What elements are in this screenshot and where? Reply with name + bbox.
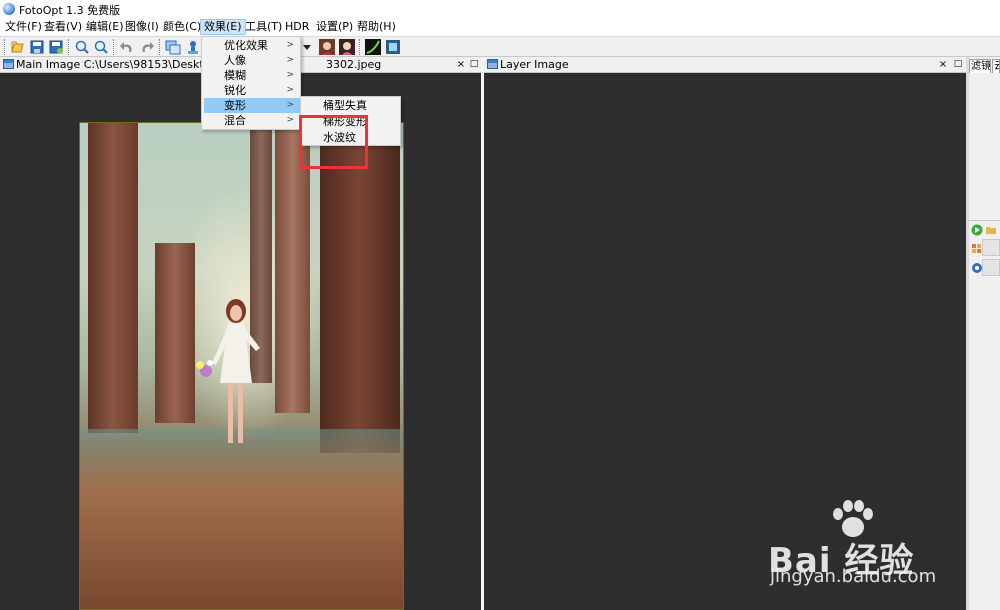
window-title: FotoOpt 1.3 免费版 <box>19 4 121 17</box>
play-icon[interactable] <box>971 224 983 239</box>
toolbar-separator <box>359 39 361 55</box>
menu-file[interactable]: 文件(F) <box>2 19 45 35</box>
effects-menu: 优化效果 > 人像 > 模糊 > 锐化 > 变形 > 混合 > <box>201 36 301 130</box>
menu-edit[interactable]: 编辑(E) <box>83 19 127 35</box>
curves-icon[interactable] <box>365 39 381 55</box>
menu-effects[interactable]: 效果(E) <box>200 19 246 35</box>
toolbar-separator <box>159 39 161 55</box>
watermark-url: jingyan.baidu.com <box>770 566 937 587</box>
save-icon[interactable] <box>29 39 45 55</box>
tab-cloud[interactable]: 云 <box>992 59 1000 73</box>
layer-panel-close-button[interactable]: × <box>938 57 948 72</box>
layer-image-panel-header: Layer Image × □ <box>484 57 966 73</box>
fotoopt-window: FotoOpt 1.3 免费版 文件(F) 查看(V) 编辑(E) 图像(I) … <box>0 0 1000 610</box>
menu-image[interactable]: 图像(I) <box>122 19 162 35</box>
menu-item-portrait[interactable]: 人像 > <box>204 53 300 68</box>
annotation-highlight-box <box>299 115 368 169</box>
image-window-icon <box>3 59 14 69</box>
toolbar-separator <box>113 39 115 55</box>
menu-item-optimize[interactable]: 优化效果 > <box>204 38 300 53</box>
menu-item-deform[interactable]: 变形 > <box>204 98 300 113</box>
toolbar-separator <box>68 39 70 55</box>
tab-filters[interactable]: 滤镜 <box>969 59 991 73</box>
folder-icon[interactable] <box>985 224 997 239</box>
portrait-retouch-icon[interactable] <box>339 39 355 55</box>
stamp-icon[interactable] <box>185 39 201 55</box>
main-image-title-tail: 3302.jpeg <box>326 58 382 71</box>
menu-hdr[interactable]: HDR <box>282 19 312 35</box>
image-window-icon <box>487 59 498 69</box>
main-image-canvas[interactable] <box>0 73 481 610</box>
menu-help[interactable]: 帮助(H) <box>354 19 399 35</box>
layer-image-title: Layer Image <box>500 58 569 71</box>
menu-item-blend[interactable]: 混合 > <box>204 113 300 128</box>
portrait-icon[interactable] <box>319 39 335 55</box>
menu-item-blur[interactable]: 模糊 > <box>204 68 300 83</box>
layer-panel-maximize-button[interactable]: □ <box>953 57 963 72</box>
main-panel-maximize-button[interactable]: □ <box>469 57 479 72</box>
girl-figure <box>196 299 260 443</box>
app-logo-icon <box>3 3 15 15</box>
frame-icon[interactable] <box>385 39 401 55</box>
baidu-watermark: Bai 经验 jingyan.baidu.com <box>760 500 990 595</box>
main-panel-close-button[interactable]: × <box>456 57 466 72</box>
main-image-title: Main Image C:\Users\98153\Desktop\ <box>16 58 222 71</box>
layers-icon[interactable] <box>165 39 181 55</box>
menu-settings[interactable]: 设置(P) <box>313 19 356 35</box>
undo-icon[interactable] <box>119 39 135 55</box>
menu-item-sharpen[interactable]: 锐化 > <box>204 83 300 98</box>
toolbar <box>0 36 1000 57</box>
forest-photo <box>79 122 404 610</box>
side-panel-slot[interactable] <box>982 239 1000 256</box>
zoom-out-icon[interactable] <box>93 39 109 55</box>
toolbar-separator <box>4 39 6 55</box>
submenu-item-barrel-distortion[interactable]: 桶型失真 <box>303 98 400 113</box>
menu-view[interactable]: 查看(V) <box>41 19 85 35</box>
title-bar: FotoOpt 1.3 免费版 <box>0 0 1000 18</box>
open-file-icon[interactable] <box>9 39 25 55</box>
menu-tools[interactable]: 工具(T) <box>242 19 285 35</box>
redo-icon[interactable] <box>139 39 155 55</box>
zoom-in-icon[interactable] <box>74 39 90 55</box>
tree-trunk <box>88 123 138 433</box>
dropdown-arrow-icon[interactable] <box>299 39 315 55</box>
menu-bar: 文件(F) 查看(V) 编辑(E) 图像(I) 颜色(C) 效果(E) 工具(T… <box>0 18 1000 36</box>
tree-trunk <box>320 123 400 453</box>
save-as-icon[interactable] <box>48 39 64 55</box>
menu-color[interactable]: 颜色(C) <box>160 19 204 35</box>
side-panel-slot[interactable] <box>982 259 1000 276</box>
